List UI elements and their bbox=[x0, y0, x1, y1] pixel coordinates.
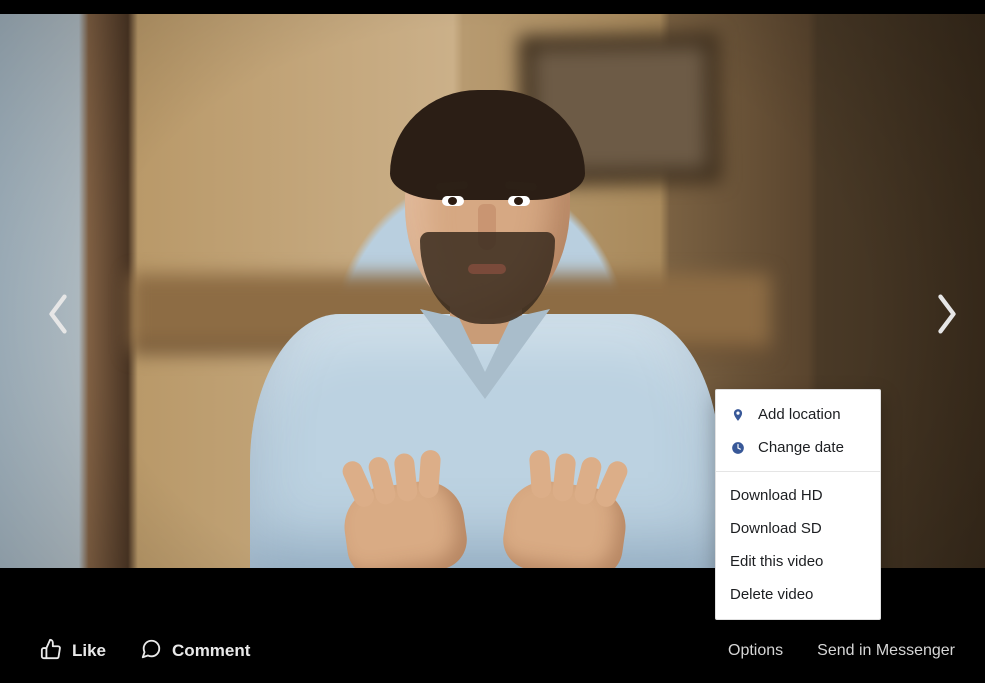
menu-item-label: Change date bbox=[758, 439, 844, 456]
menu-item-add-location[interactable]: Add location bbox=[716, 398, 880, 431]
comment-label: Comment bbox=[172, 641, 250, 661]
chevron-right-icon bbox=[934, 292, 960, 341]
action-bar: Like Comment Options Send in Messenger bbox=[0, 619, 985, 683]
menu-item-label: Download HD bbox=[730, 487, 823, 504]
menu-item-delete-video[interactable]: Delete video bbox=[716, 578, 880, 611]
menu-item-change-date[interactable]: Change date bbox=[716, 431, 880, 464]
menu-item-download-sd[interactable]: Download SD bbox=[716, 512, 880, 545]
like-button[interactable]: Like bbox=[40, 638, 106, 665]
speech-bubble-icon bbox=[140, 638, 162, 665]
like-label: Like bbox=[72, 641, 106, 661]
clock-icon bbox=[730, 440, 746, 456]
menu-separator bbox=[716, 471, 880, 472]
location-pin-icon bbox=[730, 407, 746, 423]
menu-item-label: Edit this video bbox=[730, 553, 823, 570]
options-link[interactable]: Options bbox=[728, 642, 783, 660]
previous-video-arrow[interactable] bbox=[34, 292, 82, 340]
video-viewer: Add location Change date Download HD Dow… bbox=[0, 0, 985, 683]
comment-button[interactable]: Comment bbox=[140, 638, 250, 665]
thumbs-up-icon bbox=[40, 638, 62, 665]
next-video-arrow[interactable] bbox=[923, 292, 971, 340]
menu-item-label: Add location bbox=[758, 406, 841, 423]
menu-item-download-hd[interactable]: Download HD bbox=[716, 479, 880, 512]
chevron-left-icon bbox=[45, 292, 71, 341]
options-dropdown-menu: Add location Change date Download HD Dow… bbox=[715, 389, 881, 620]
menu-item-label: Download SD bbox=[730, 520, 822, 537]
send-in-messenger-link[interactable]: Send in Messenger bbox=[817, 642, 955, 660]
menu-item-edit-video[interactable]: Edit this video bbox=[716, 545, 880, 578]
menu-item-label: Delete video bbox=[730, 586, 813, 603]
